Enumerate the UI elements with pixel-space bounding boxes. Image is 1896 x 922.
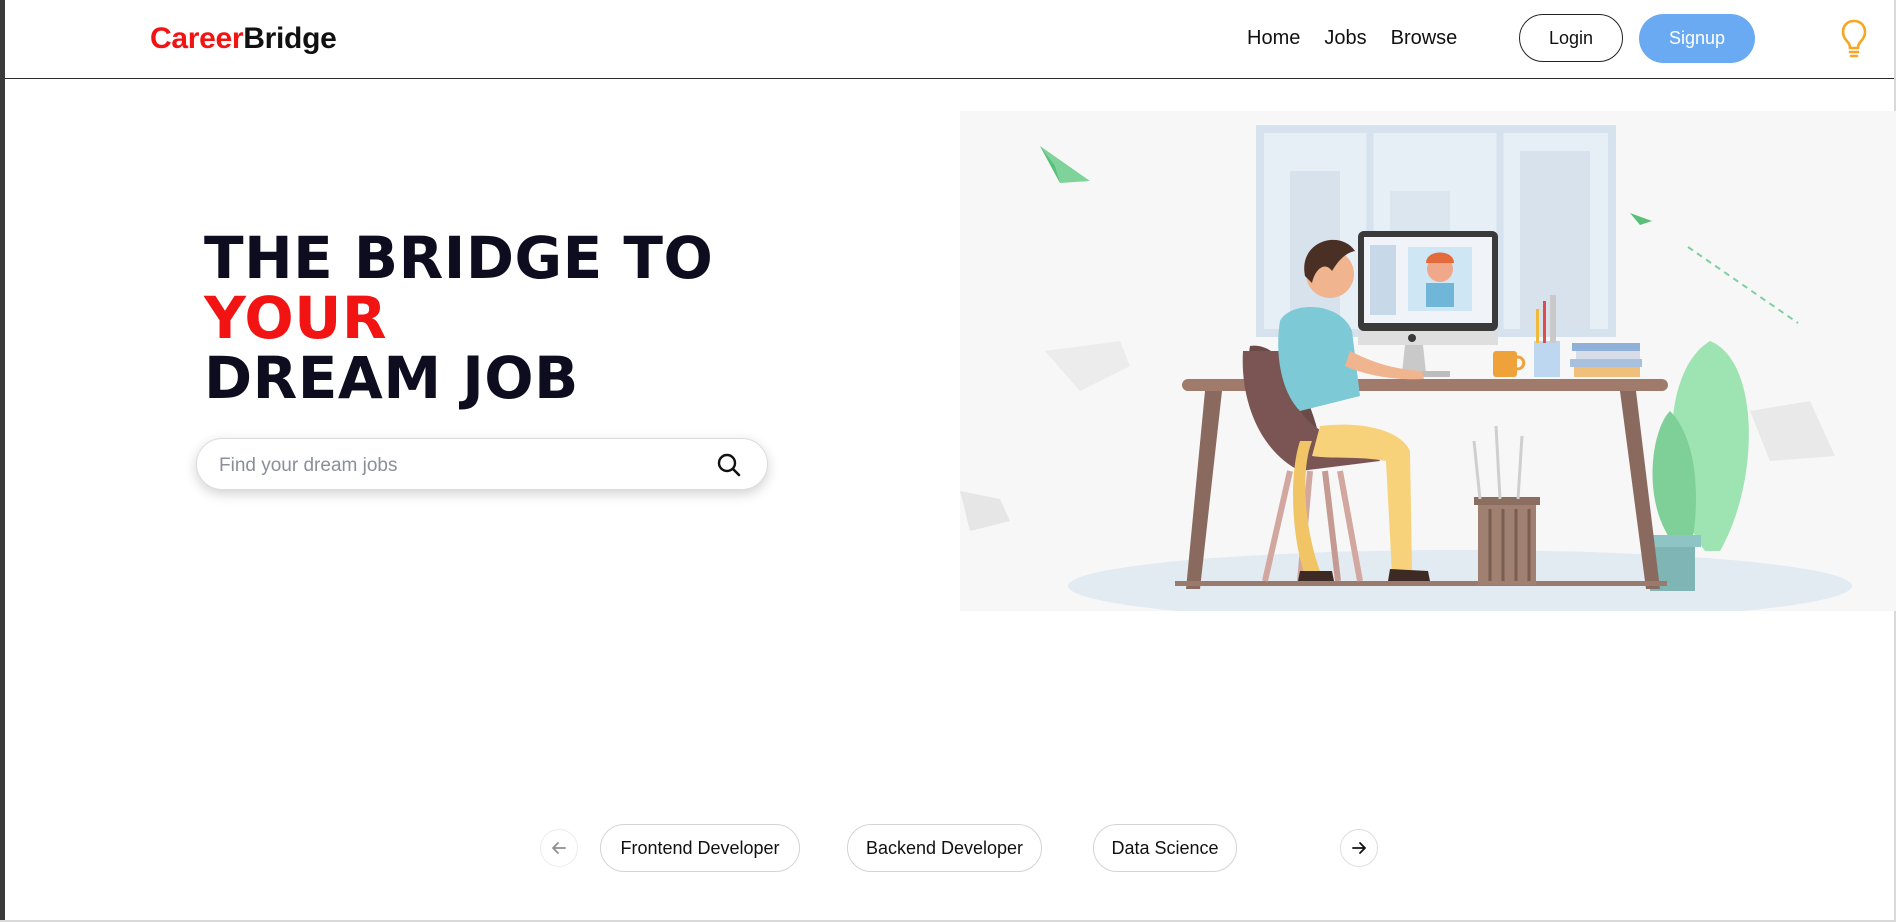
category-chip-data-science[interactable]: Data Science <box>1093 824 1237 872</box>
brand-logo-part1: Career <box>150 22 244 55</box>
nav-link-jobs[interactable]: Jobs <box>1324 27 1366 50</box>
brand-logo[interactable]: CareerBridge <box>150 22 337 56</box>
brand-logo-part2: Bridge <box>243 22 337 55</box>
nav-link-home[interactable]: Home <box>1247 27 1300 50</box>
person-at-desk-illustration <box>960 111 1896 622</box>
nav-link-browse[interactable]: Browse <box>1391 27 1458 50</box>
hero-heading: THE BRIDGE TO YOUR DREAM JOB <box>204 228 713 408</box>
login-button[interactable]: Login <box>1519 14 1623 62</box>
hero-heading-line2: YOUR <box>204 284 387 352</box>
lightbulb-icon[interactable] <box>1841 18 1867 60</box>
signup-button[interactable]: Signup <box>1639 14 1755 63</box>
hero-heading-line3: DREAM JOB <box>204 344 579 412</box>
carousel-next-button[interactable] <box>1340 829 1378 867</box>
job-search-input[interactable] <box>217 447 691 485</box>
carousel-prev-button[interactable] <box>540 829 578 867</box>
hero-heading-line1: THE BRIDGE TO <box>204 224 714 292</box>
main-nav: Home Jobs Browse <box>1247 27 1457 50</box>
category-chip-frontend[interactable]: Frontend Developer <box>600 824 800 872</box>
top-navbar: CareerBridge Home Jobs Browse Login Sign… <box>5 0 1894 79</box>
job-search-bar <box>196 438 768 490</box>
category-chip-backend[interactable]: Backend Developer <box>847 824 1042 872</box>
arrow-right-icon <box>1352 842 1366 854</box>
search-icon[interactable] <box>715 451 743 479</box>
arrow-left-icon <box>552 842 566 854</box>
window-left-edge <box>0 0 5 922</box>
